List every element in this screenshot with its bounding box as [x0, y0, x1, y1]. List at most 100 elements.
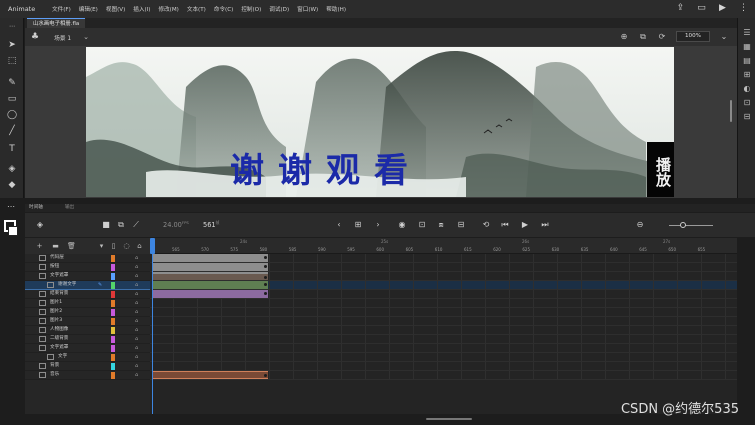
play-button[interactable]: 播放	[647, 142, 674, 197]
zoom-field[interactable]: 100%	[676, 31, 710, 42]
library-icon[interactable]: ▦	[741, 42, 753, 52]
layer-color-swatch[interactable]	[111, 291, 115, 298]
brush-tool-icon[interactable]: ✎	[5, 76, 19, 90]
trash-icon[interactable]: 🗑	[67, 242, 76, 251]
lock-icon[interactable]: ⌂	[135, 299, 138, 307]
layer-name[interactable]: 谢谢文字	[58, 281, 76, 289]
layer-row[interactable]: 按钮 ⌂	[25, 263, 150, 272]
frame-row[interactable]	[150, 290, 737, 299]
lock-icon[interactable]: ⌂	[135, 362, 138, 370]
options-icon[interactable]: ⋯	[7, 202, 15, 211]
layers-icon[interactable]: ◈	[35, 220, 45, 230]
frame-span[interactable]	[152, 263, 268, 271]
document-tab[interactable]: 山水画电子相册.fla	[27, 18, 86, 28]
paste-frames-icon[interactable]: ⧈	[436, 220, 446, 230]
layer-name[interactable]: 代码层	[50, 254, 64, 262]
menu-commands[interactable]: 命令(C)	[214, 5, 233, 13]
playhead[interactable]	[152, 238, 153, 414]
keyframe[interactable]	[264, 283, 267, 286]
stage-vertical-scrollbar[interactable]	[730, 100, 732, 122]
layer-color-swatch[interactable]	[111, 327, 115, 334]
lock-icon[interactable]: ⌂	[135, 242, 144, 251]
keyframe[interactable]	[264, 276, 267, 279]
layer-depth-icon[interactable]: ⧉	[116, 220, 126, 230]
color-icon[interactable]: ◐	[741, 84, 753, 94]
layer-row[interactable]: 音乐 ⌂	[25, 371, 150, 380]
layer-name[interactable]: 按钮	[50, 263, 59, 271]
frame-row[interactable]	[150, 335, 737, 344]
keyframe[interactable]	[264, 292, 267, 295]
layer-name[interactable]: 图片2	[50, 308, 62, 316]
center-playhead-icon[interactable]: ⊖	[635, 220, 645, 230]
new-folder-icon[interactable]: ▬	[51, 242, 60, 251]
lock-icon[interactable]: ⌂	[135, 344, 138, 352]
play-icon[interactable]: ▶	[520, 220, 530, 230]
playhead-handle[interactable]	[150, 238, 155, 254]
layer-row[interactable]: 谢谢文字 ⌂ ✎	[25, 281, 150, 290]
align-icon[interactable]: ⊞	[741, 70, 753, 80]
lock-icon[interactable]: ⌂	[135, 290, 138, 298]
layer-row[interactable]: 二级背景 ⌂	[25, 335, 150, 344]
stroke-swatch[interactable]	[8, 226, 18, 236]
frame-row[interactable]	[150, 362, 737, 371]
menu-modify[interactable]: 修改(M)	[158, 5, 178, 13]
chevron-right-icon[interactable]: ›	[373, 220, 383, 230]
step-forward-icon[interactable]: ⏭	[540, 220, 550, 230]
frame-row[interactable]	[150, 308, 737, 317]
frame-row[interactable]	[150, 299, 737, 308]
chevron-down-icon[interactable]: ⌄	[83, 33, 89, 41]
layer-name[interactable]: 文字	[58, 353, 67, 361]
frame-row[interactable]	[150, 371, 737, 380]
frame-row[interactable]	[150, 344, 737, 353]
layer-row[interactable]: 文字遮罩 ⌂	[25, 272, 150, 281]
menu-window[interactable]: 窗口(W)	[297, 5, 318, 13]
keyframe[interactable]	[264, 374, 267, 377]
loop-icon[interactable]: ⟲	[481, 220, 491, 230]
lock-icon[interactable]: ⌂	[135, 281, 138, 289]
keyframe[interactable]	[264, 265, 267, 268]
fps-readout[interactable]: 24.00FPS	[163, 220, 189, 229]
oval-tool-icon[interactable]: ◯	[5, 108, 19, 122]
keyframe[interactable]	[264, 256, 267, 259]
layer-color-swatch[interactable]	[111, 318, 115, 325]
lock-icon[interactable]: ⌂	[135, 308, 138, 316]
eraser-icon[interactable]: ◆	[5, 178, 19, 192]
layer-name[interactable]: 文字遮罩	[50, 344, 68, 352]
frame-span[interactable]	[152, 281, 268, 289]
menu-help[interactable]: 帮助(H)	[326, 5, 346, 13]
layer-name[interactable]: 结束背景	[50, 290, 68, 298]
layer-name[interactable]: 人物图像	[50, 326, 68, 334]
menu-debug[interactable]: 调试(D)	[269, 5, 289, 13]
frame-row[interactable]	[150, 326, 737, 335]
paint-bucket-icon[interactable]: ◈	[5, 162, 19, 176]
camera-icon[interactable]: ■	[101, 220, 111, 230]
layer-row[interactable]: 文字遮罩 ⌂	[25, 344, 150, 353]
tab-output[interactable]: 输出	[65, 204, 74, 212]
current-frame[interactable]: 561帧	[203, 220, 219, 229]
properties-icon[interactable]: ☰	[741, 28, 753, 38]
graph-icon[interactable]: ⟋	[131, 220, 141, 230]
lock-icon[interactable]: ⌂	[135, 371, 138, 379]
components-icon[interactable]: ⊟	[741, 112, 753, 122]
rectangle-tool-icon[interactable]: ▭	[5, 92, 19, 106]
layer-row[interactable]: 代码层 ⌂	[25, 254, 150, 263]
menu-view[interactable]: 视图(V)	[106, 5, 125, 13]
rotate-stage-icon[interactable]: ⟳	[657, 31, 667, 42]
layer-color-swatch[interactable]	[111, 282, 115, 289]
test-movie-icon[interactable]: ▶	[717, 3, 728, 14]
menu-insert[interactable]: 插入(I)	[133, 5, 150, 13]
lock-icon[interactable]: ⌂	[135, 335, 138, 343]
layer-color-swatch[interactable]	[111, 354, 115, 361]
selection-tool-icon[interactable]: ➤	[5, 38, 19, 52]
frames-area[interactable]: 24s 25s 26s 27s 565 570 575 580 585 590 595 600 605 6…	[150, 238, 737, 414]
layer-color-swatch[interactable]	[111, 273, 115, 280]
new-layer-icon[interactable]: +	[35, 242, 44, 251]
timeline-zoom-knob[interactable]	[680, 222, 686, 228]
center-stage-icon[interactable]: ⊕	[619, 31, 629, 42]
frame-row[interactable]	[150, 263, 737, 272]
menu-text[interactable]: 文本(T)	[187, 5, 206, 13]
insert-keyframe-icon[interactable]: ⊞	[353, 220, 363, 230]
edit-multiple-icon[interactable]: ⊡	[417, 220, 427, 230]
tab-timeline[interactable]: 时间轴	[29, 204, 43, 212]
layer-name[interactable]: 图片1	[50, 299, 62, 307]
